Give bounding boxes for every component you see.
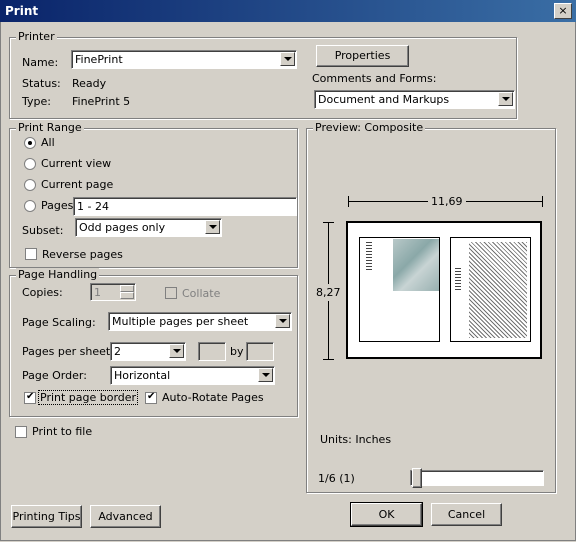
print-to-file-checkbox[interactable] xyxy=(15,426,27,438)
cancel-button[interactable]: Cancel xyxy=(431,503,502,526)
slider-handle[interactable] xyxy=(412,468,422,488)
pages-down-input xyxy=(246,342,274,361)
preview-page-left xyxy=(359,237,440,342)
print-page-border-label[interactable]: Print page border xyxy=(37,390,139,405)
pages-per-sheet-value: 2 xyxy=(114,345,121,358)
page-order-select[interactable]: Horizontal xyxy=(110,366,275,385)
name-label: Name: xyxy=(22,56,59,69)
by-label: by xyxy=(230,345,244,358)
preview-text-left xyxy=(366,242,372,270)
width-dimension-tick-left xyxy=(348,196,349,207)
page-scaling-select[interactable]: Multiple pages per sheet xyxy=(108,312,292,331)
range-current-page-radio[interactable] xyxy=(24,179,36,191)
chevron-down-icon[interactable] xyxy=(205,220,220,234)
height-dimension-tick-top xyxy=(323,222,334,223)
chevron-down-icon[interactable] xyxy=(275,314,290,328)
copies-value: 1 xyxy=(94,286,101,299)
page-order-label: Page Order: xyxy=(22,369,87,382)
auto-rotate-label[interactable]: Auto-Rotate Pages xyxy=(162,391,264,404)
page-order-value: Horizontal xyxy=(114,369,171,382)
pages-input-value: 1 - 24 xyxy=(77,200,109,213)
preview-page-right xyxy=(450,237,531,342)
print-range-label: Print Range xyxy=(16,121,84,134)
subset-label: Subset: xyxy=(22,224,64,237)
pages-per-sheet-label: Pages per sheet: xyxy=(22,345,114,358)
preview-page-slider[interactable] xyxy=(410,468,544,488)
printing-tips-button[interactable]: Printing Tips xyxy=(11,505,82,528)
printer-group-label: Printer xyxy=(16,30,57,43)
comments-forms-value: Document and Markups xyxy=(318,93,450,106)
preview-text-right xyxy=(455,268,461,292)
copies-stepper: 1 xyxy=(90,283,136,301)
range-current-view-radio[interactable] xyxy=(24,158,36,170)
range-pages-radio[interactable] xyxy=(24,200,36,212)
ok-button[interactable]: OK xyxy=(350,502,423,527)
pages-input[interactable]: 1 - 24 xyxy=(73,197,297,216)
title-bar: Print × xyxy=(0,0,576,22)
print-to-file-label[interactable]: Print to file xyxy=(32,425,92,438)
window-title: Print xyxy=(5,4,39,18)
range-current-view-label[interactable]: Current view xyxy=(41,157,111,170)
preview-image-left xyxy=(393,239,439,291)
properties-button[interactable]: Properties xyxy=(316,45,409,67)
status-value: Ready xyxy=(72,77,107,90)
units-label: Units: Inches xyxy=(320,433,392,446)
range-all-radio[interactable] xyxy=(24,137,36,149)
type-value: FinePrint 5 xyxy=(72,95,131,108)
preview-label: Preview: Composite xyxy=(313,121,426,134)
reverse-pages-checkbox[interactable] xyxy=(25,248,37,260)
printer-name-select[interactable]: FinePrint xyxy=(71,50,297,69)
page-handling-label: Page Handling xyxy=(16,268,100,281)
printer-name-value: FinePrint xyxy=(75,53,123,66)
width-value: 11,69 xyxy=(428,195,466,208)
pages-per-sheet-select[interactable]: 2 xyxy=(110,342,186,361)
comments-forms-select[interactable]: Document and Markups xyxy=(314,90,515,109)
chevron-down-icon[interactable] xyxy=(280,52,295,66)
preview-illustration-right xyxy=(469,242,527,338)
range-pages-label[interactable]: Pages xyxy=(41,199,73,212)
chevron-down-icon[interactable] xyxy=(258,368,273,382)
page-scaling-label: Page Scaling: xyxy=(22,316,96,329)
stepper-down-icon xyxy=(120,292,134,299)
page-scaling-value: Multiple pages per sheet xyxy=(112,315,249,328)
width-dimension-tick-right xyxy=(542,196,543,207)
stepper-up-icon xyxy=(120,285,134,292)
subset-select[interactable]: Odd pages only xyxy=(75,218,222,237)
auto-rotate-checkbox[interactable] xyxy=(145,391,157,404)
reverse-pages-label[interactable]: Reverse pages xyxy=(42,248,123,261)
comments-forms-label: Comments and Forms: xyxy=(312,72,437,85)
chevron-down-icon[interactable] xyxy=(498,92,513,106)
status-label: Status: xyxy=(22,77,61,90)
collate-checkbox xyxy=(165,287,177,299)
collate-label: Collate xyxy=(182,287,221,300)
subset-value: Odd pages only xyxy=(79,221,166,234)
close-button[interactable]: × xyxy=(554,3,572,19)
page-indicator: 1/6 (1) xyxy=(318,472,355,485)
range-current-page-label[interactable]: Current page xyxy=(41,178,113,191)
height-value: 8,27 xyxy=(316,284,341,301)
advanced-button[interactable]: Advanced xyxy=(90,505,161,528)
range-all-label[interactable]: All xyxy=(41,136,55,149)
copies-label: Copies: xyxy=(22,286,63,299)
chevron-down-icon[interactable] xyxy=(169,344,184,358)
print-page-border-checkbox[interactable] xyxy=(24,391,36,404)
pages-across-input xyxy=(198,342,226,361)
type-label: Type: xyxy=(22,95,51,108)
height-dimension-tick-bottom xyxy=(323,359,334,360)
